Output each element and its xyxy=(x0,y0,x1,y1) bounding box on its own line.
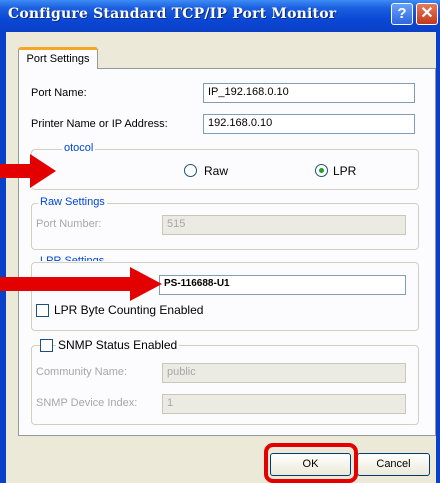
raw-radio[interactable] xyxy=(184,164,197,177)
port-name-input[interactable]: IP_192.168.0.10 xyxy=(203,83,415,103)
lpr-queue-name-input[interactable]: PS-116688-U1 xyxy=(159,275,406,295)
community-name-label: Community Name: xyxy=(36,366,128,378)
cancel-button[interactable]: Cancel xyxy=(357,453,430,476)
snmp-device-index-label: SNMP Device Index: xyxy=(36,397,138,409)
snmp-device-index-input[interactable]: 1 xyxy=(162,394,406,414)
window-title: Configure Standard TCP/IP Port Monitor xyxy=(8,6,337,22)
help-button[interactable]: ? xyxy=(391,3,413,25)
ok-button-highlight xyxy=(264,443,358,483)
raw-radio-label: Raw xyxy=(204,164,229,178)
close-icon: ✕ xyxy=(420,5,434,22)
lpr-radio-label: LPR xyxy=(333,164,357,178)
port-name-label: Port Name: xyxy=(31,87,87,99)
port-number-label: Port Number: xyxy=(36,218,102,230)
protocol-legend: otocol xyxy=(62,142,96,154)
raw-settings-group: Raw Settings Port Number: 515 xyxy=(31,196,419,250)
printer-name-label: Printer Name or IP Address: xyxy=(31,118,168,130)
title-bar[interactable]: Configure Standard TCP/IP Port Monitor ?… xyxy=(0,0,440,32)
port-settings-panel: Port Name: IP_192.168.0.10 Printer Name … xyxy=(18,68,436,436)
protocol-group: otocol Raw LPR xyxy=(31,142,419,190)
help-icon: ? xyxy=(397,5,407,22)
dialog-body: Port Settings Port Name: IP_192.168.0.10… xyxy=(6,32,436,483)
port-number-input[interactable]: 515 xyxy=(162,215,406,235)
tab-port-settings[interactable]: Port Settings xyxy=(18,47,98,69)
dialog-window: Configure Standard TCP/IP Port Monitor ?… xyxy=(0,0,440,483)
snmp-status-label: SNMP Status Enabled xyxy=(56,338,180,352)
protocol-arrow-icon xyxy=(0,154,56,188)
lpr-radio[interactable] xyxy=(315,164,328,177)
printer-address-input[interactable]: 192.168.0.10 xyxy=(203,114,415,134)
community-name-input[interactable]: public xyxy=(162,363,406,383)
lpr-arrow-icon xyxy=(0,267,162,301)
raw-settings-legend: Raw Settings xyxy=(38,196,107,208)
snmp-group: SNMP Status Enabled Community Name: publ… xyxy=(31,338,419,425)
close-button[interactable]: ✕ xyxy=(416,3,438,25)
snmp-status-checkbox[interactable] xyxy=(40,339,53,352)
